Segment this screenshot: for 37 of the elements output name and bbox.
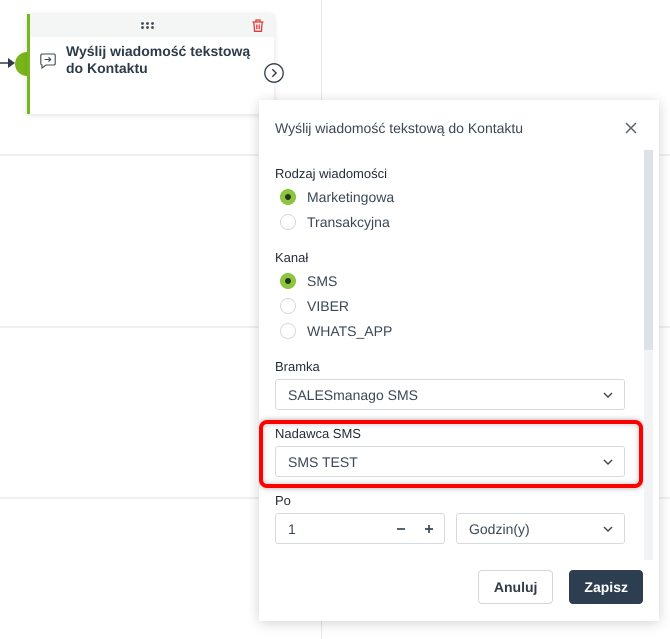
number-field[interactable]: 1 [275, 513, 445, 544]
trash-icon[interactable] [252, 19, 264, 32]
scrollbar-track[interactable] [644, 150, 653, 560]
radio-button[interactable] [280, 188, 296, 204]
chevron-down-icon [603, 526, 613, 532]
radio-label[interactable]: SMS [307, 272, 338, 288]
panel-title: Wyślij wiadomość tekstową do Kontaktu [275, 120, 524, 136]
radio-label[interactable]: Transakcyjna [307, 214, 390, 230]
plus-icon[interactable] [424, 524, 434, 534]
node-title: Wyślij wiadomość tekstową do Kontaktu [66, 43, 252, 77]
field-label: Po [275, 492, 292, 510]
select-field[interactable]: SMS TEST [275, 446, 625, 477]
input-port-icon[interactable] [15, 52, 27, 76]
radio-label[interactable]: Marketingowa [307, 188, 394, 204]
radio-button[interactable] [280, 298, 296, 314]
radio-button[interactable] [280, 272, 296, 288]
field-label: Kanał [275, 249, 310, 267]
select-field[interactable]: Godzin(y) [456, 513, 625, 544]
circle-chevron-icon[interactable] [264, 63, 284, 83]
scrollbar-thumb[interactable] [644, 150, 653, 350]
cancel-button[interactable]: Anuluj [478, 570, 554, 604]
field-label: Rodzaj wiadomości [275, 165, 388, 183]
save-button[interactable]: Zapisz [569, 570, 643, 604]
select-field[interactable]: SALESmanago SMS [275, 379, 625, 410]
drag-handle-icon[interactable] [140, 22, 154, 29]
close-icon[interactable] [625, 122, 637, 134]
radio-button[interactable] [280, 322, 296, 338]
connector-arrow [0, 57, 16, 69]
radio-button[interactable] [280, 214, 296, 230]
radio-label[interactable]: WHATS_APP [307, 322, 392, 338]
field-label: Nadawca SMS [275, 425, 362, 443]
radio-label[interactable]: VIBER [307, 298, 350, 314]
field-label: Bramka [275, 358, 321, 376]
chevron-down-icon [603, 458, 613, 464]
node-card[interactable]: Wyślij wiadomość tekstową do Kontaktu [27, 14, 274, 114]
message-icon [40, 53, 56, 69]
chevron-down-icon [603, 392, 613, 398]
